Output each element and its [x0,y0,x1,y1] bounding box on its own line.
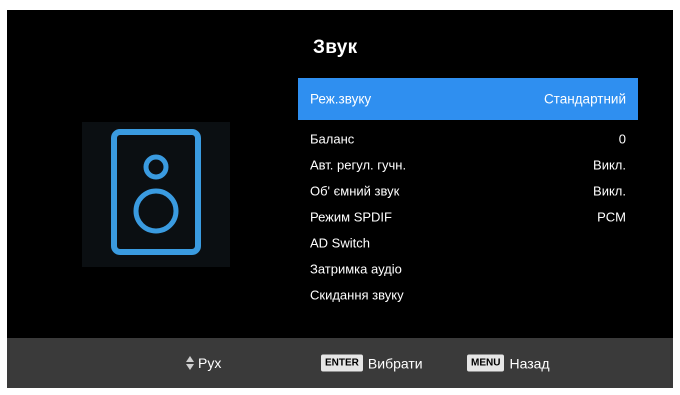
menu-item-label: Баланс [310,131,355,147]
menu-item-ad-switch[interactable]: AD Switch [298,230,638,256]
menu-item-value: PCM [597,209,626,225]
enter-key-icon: ENTER [321,354,363,372]
hint-enter-label: Вибрати [367,355,423,371]
menu-item-audio-delay[interactable]: Затримка аудіо [298,256,638,282]
menu-item-label: Затримка аудіо [310,261,402,277]
hint-enter: ENTER Вибрати [321,354,423,372]
menu-item-auto-volume[interactable]: Авт. регул. гучн. Викл. [298,152,638,178]
menu-item-surround[interactable]: Об' ємний звук Викл. [298,178,638,204]
menu-item-label: Режим SPDIF [310,209,392,225]
menu-item-sound-mode[interactable]: Реж.звуку Стандартний [298,78,638,120]
menu-item-value: 0 [618,131,626,147]
menu-item-balance[interactable]: Баланс 0 [298,126,638,152]
menu-item-label: Реж.звуку [310,91,372,107]
menu-item-value: Викл. [593,183,626,199]
menu-item-label: AD Switch [310,235,370,251]
hint-move: Рух [185,355,221,371]
footer-hint-bar: Рух ENTER Вибрати MENU Назад [7,338,673,388]
menu-item-value: Викл. [593,157,626,173]
speaker-icon-panel [82,122,230,267]
hint-menu-label: Назад [509,355,550,371]
menu-key-icon: MENU [467,354,505,372]
sound-menu: Реж.звуку Стандартний Баланс 0 Авт. регу… [298,78,638,308]
hint-menu: MENU Назад [467,354,550,372]
hint-move-label: Рух [198,355,222,371]
menu-item-label: Об' ємний звук [310,183,400,199]
menu-item-sound-reset[interactable]: Скидання звуку [298,282,638,308]
menu-item-label: Скидання звуку [310,287,404,303]
up-down-arrows-icon [186,356,194,370]
menu-item-label: Авт. регул. гучн. [310,157,407,173]
menu-item-value: Стандартний [543,91,626,107]
menu-item-spdif-mode[interactable]: Режим SPDIF PCM [298,204,638,230]
page-title: Звук [313,37,358,58]
osd-screen: Звук Реж.звуку Стандартний Баланс 0 Авт.… [7,10,673,388]
speaker-icon [111,129,201,255]
